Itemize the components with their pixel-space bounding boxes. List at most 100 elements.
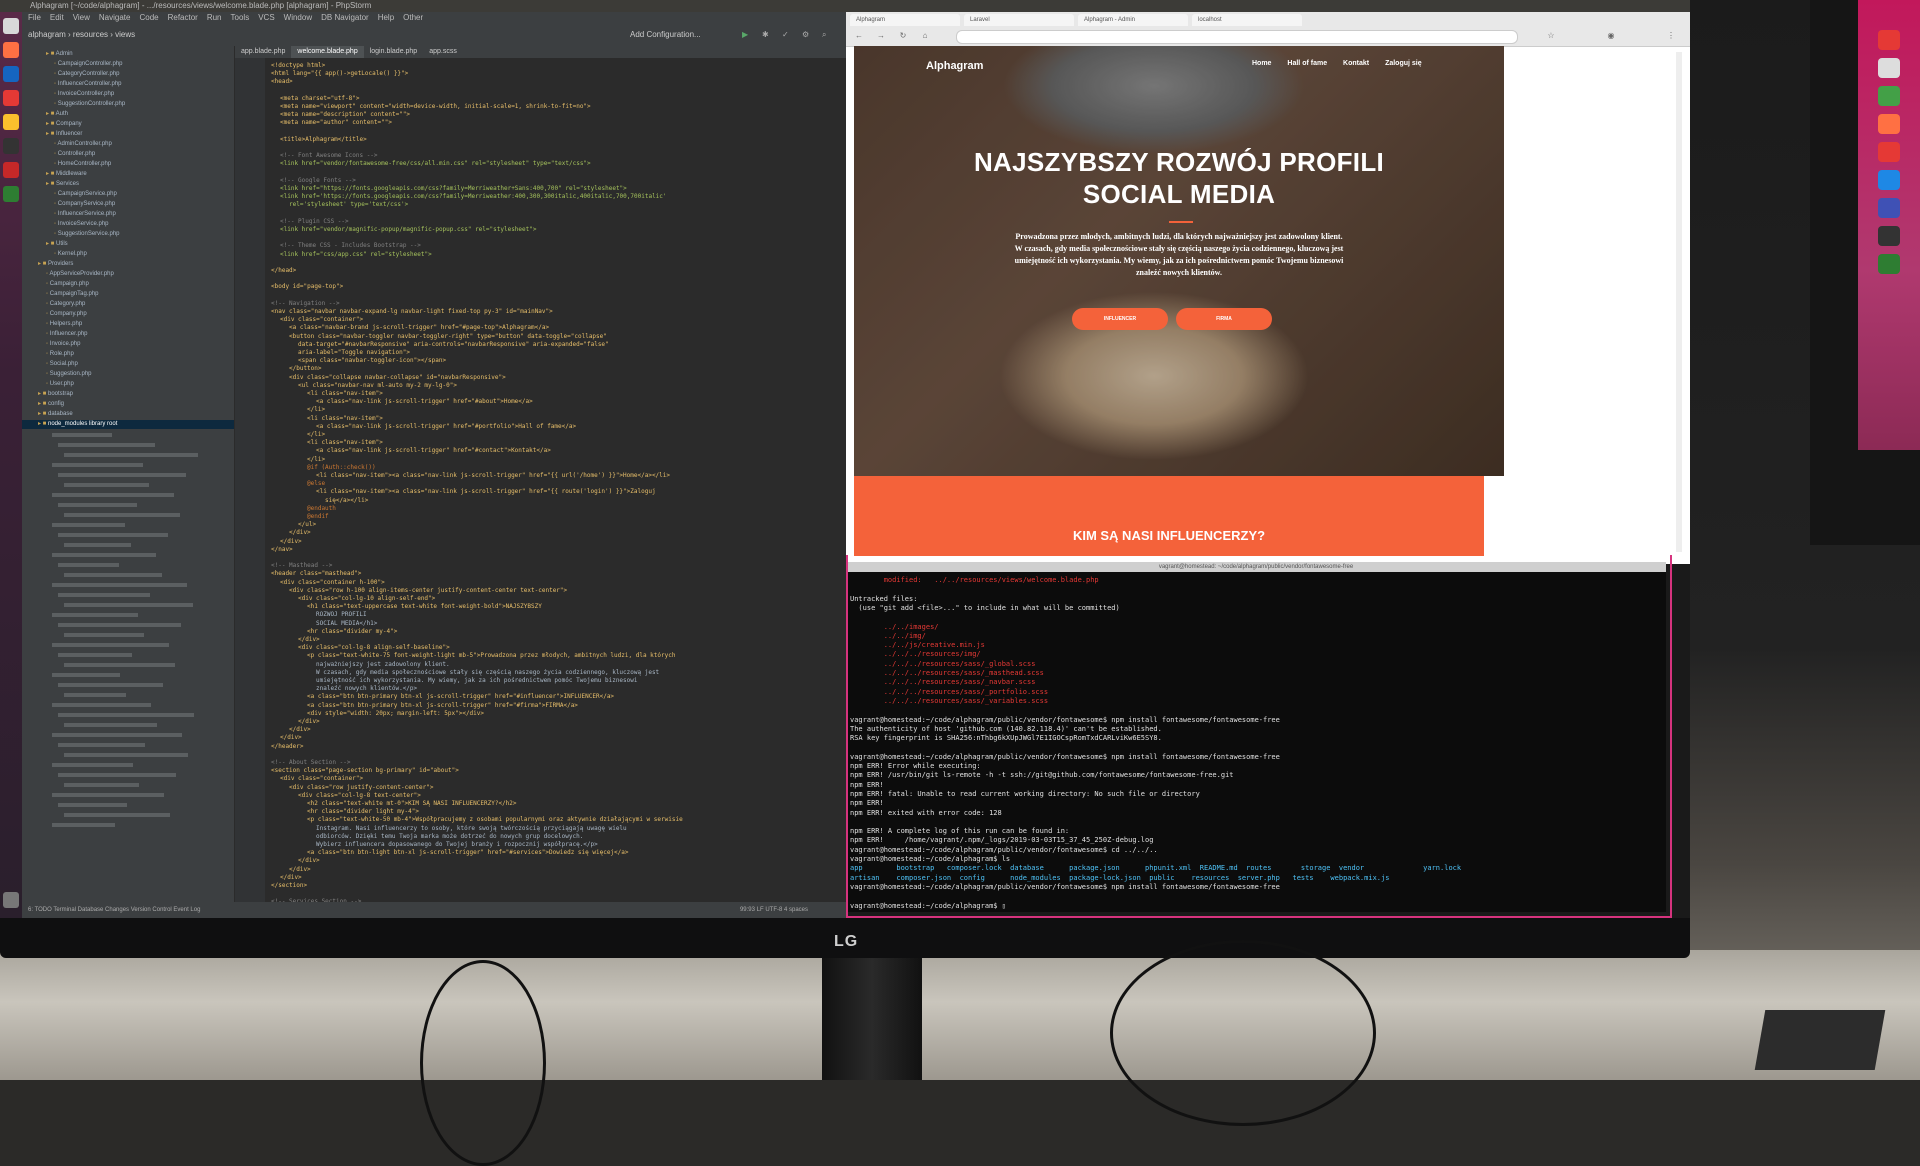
- tree-folder[interactable]: [64, 813, 170, 817]
- tree-folder[interactable]: [52, 583, 187, 587]
- ide-menu-item[interactable]: Other: [403, 13, 423, 22]
- ide-menu-item[interactable]: Refactor: [168, 13, 198, 22]
- breadcrumb[interactable]: alphagram › resources › views: [28, 30, 135, 39]
- browser-tab[interactable]: localhost: [1192, 14, 1302, 26]
- browser-tab[interactable]: Alphagram - Admin: [1078, 14, 1188, 26]
- browser-tab[interactable]: Alphagram: [850, 14, 960, 26]
- tree-file[interactable]: ◦ SuggestionService.php: [22, 230, 234, 239]
- tree-file[interactable]: ◦ Influencer.php: [22, 330, 234, 339]
- app-launcher-icon[interactable]: [3, 90, 19, 106]
- terminal-window[interactable]: vagrant@homestead: ~/code/alphagram/publ…: [846, 562, 1666, 912]
- tree-folder[interactable]: [58, 743, 145, 747]
- address-bar[interactable]: [956, 30, 1518, 44]
- tree-folder[interactable]: [58, 443, 155, 447]
- tree-folder[interactable]: [64, 573, 162, 577]
- browser-tab[interactable]: Laravel: [964, 14, 1074, 26]
- code-editor[interactable]: <!doctype html> <html lang="{{ app()->get…: [265, 58, 848, 902]
- tree-folder[interactable]: [64, 513, 180, 517]
- browser-scrollbar[interactable]: [1676, 52, 1682, 552]
- tree-folder[interactable]: ▸ ■ node_modules library root: [22, 420, 234, 429]
- ide-menu-item[interactable]: Window: [284, 13, 312, 22]
- settings-icon[interactable]: ⚙: [802, 24, 809, 46]
- tree-file[interactable]: ◦ Role.php: [22, 350, 234, 359]
- run-configuration-dropdown[interactable]: Add Configuration...: [630, 24, 701, 46]
- nav-kontakt[interactable]: Kontakt: [1343, 60, 1369, 67]
- tree-folder[interactable]: [64, 543, 131, 547]
- tree-file[interactable]: ◦ User.php: [22, 380, 234, 389]
- tree-file[interactable]: ◦ Controller.php: [22, 150, 234, 159]
- git-icon[interactable]: ✓: [782, 24, 789, 46]
- tree-folder[interactable]: [52, 523, 125, 527]
- tree-folder[interactable]: [64, 633, 144, 637]
- ide-menu-item[interactable]: Code: [139, 13, 158, 22]
- ide-menu-item[interactable]: Tools: [231, 13, 250, 22]
- tree-folder[interactable]: [58, 773, 176, 777]
- tree-file[interactable]: ◦ Campaign.php: [22, 280, 234, 289]
- ide-menu-item[interactable]: Run: [207, 13, 222, 22]
- ide-menu-item[interactable]: VCS: [258, 13, 274, 22]
- tree-file[interactable]: ◦ Helpers.php: [22, 320, 234, 329]
- forward-icon[interactable]: →: [876, 31, 886, 41]
- tree-folder[interactable]: [52, 673, 120, 677]
- tree-file[interactable]: ◦ Kernel.php: [22, 250, 234, 259]
- tree-folder[interactable]: [52, 643, 169, 647]
- nav-login[interactable]: Zaloguj się: [1385, 60, 1422, 67]
- tree-file[interactable]: ◦ Suggestion.php: [22, 370, 234, 379]
- tree-folder[interactable]: ▸ ■ Auth: [22, 110, 234, 119]
- tree-folder[interactable]: [64, 603, 193, 607]
- trash-icon[interactable]: [3, 892, 19, 908]
- tree-folder[interactable]: [64, 693, 126, 697]
- run-icon[interactable]: ▶: [742, 24, 748, 46]
- tree-folder[interactable]: [58, 593, 150, 597]
- tree-folder[interactable]: [52, 613, 138, 617]
- tree-file[interactable]: ◦ Invoice.php: [22, 340, 234, 349]
- tree-folder[interactable]: ▸ ■ config: [22, 400, 234, 409]
- tree-file[interactable]: ◦ Social.php: [22, 360, 234, 369]
- tree-file[interactable]: ◦ Company.php: [22, 310, 234, 319]
- tree-folder[interactable]: [58, 563, 119, 567]
- menu-icon[interactable]: ⋮: [1666, 31, 1676, 41]
- tree-file[interactable]: ◦ Category.php: [22, 300, 234, 309]
- firma-button[interactable]: FIRMA: [1176, 308, 1272, 330]
- site-brand[interactable]: Alphagram: [926, 60, 983, 72]
- ide-menu-item[interactable]: File: [28, 13, 41, 22]
- bookmark-icon[interactable]: ☆: [1546, 31, 1556, 41]
- tree-folder[interactable]: [58, 803, 127, 807]
- debug-icon[interactable]: ✱: [762, 24, 769, 46]
- tree-file[interactable]: ◦ InfluencerController.php: [22, 80, 234, 89]
- tree-folder[interactable]: ▸ ■ Providers: [22, 260, 234, 269]
- tree-folder[interactable]: [58, 713, 194, 717]
- tree-file[interactable]: ◦ CampaignController.php: [22, 60, 234, 69]
- tree-folder[interactable]: [64, 483, 149, 487]
- tree-folder[interactable]: ▸ ■ Company: [22, 120, 234, 129]
- tree-folder[interactable]: [52, 823, 115, 827]
- editor-tab[interactable]: app.blade.php: [235, 46, 291, 58]
- tree-folder[interactable]: [52, 553, 156, 557]
- tree-folder[interactable]: [58, 533, 168, 537]
- influencer-button[interactable]: INFLUENCER: [1072, 308, 1168, 330]
- tree-folder[interactable]: [58, 623, 181, 627]
- phpstorm-launcher-icon[interactable]: [3, 66, 19, 82]
- tree-folder[interactable]: [58, 473, 186, 477]
- tree-folder[interactable]: [52, 703, 151, 707]
- tree-folder[interactable]: [52, 493, 174, 497]
- tree-folder[interactable]: [58, 503, 137, 507]
- nav-home[interactable]: Home: [1252, 60, 1271, 67]
- tree-file[interactable]: ◦ CampaignService.php: [22, 190, 234, 199]
- app-launcher-icon[interactable]: [3, 186, 19, 202]
- tree-folder[interactable]: ▸ ■ Services: [22, 180, 234, 189]
- ide-menu-item[interactable]: DB Navigator: [321, 13, 369, 22]
- tree-folder[interactable]: [64, 753, 188, 757]
- tree-file[interactable]: ◦ CampaignTag.php: [22, 290, 234, 299]
- tree-folder[interactable]: [58, 683, 163, 687]
- tree-folder[interactable]: [64, 453, 198, 457]
- tree-folder[interactable]: [64, 783, 139, 787]
- tree-folder[interactable]: ▸ ■ Admin: [22, 50, 234, 59]
- ide-menu-item[interactable]: View: [73, 13, 90, 22]
- firefox-launcher-icon[interactable]: [3, 42, 19, 58]
- cursor-position[interactable]: 99:93 LF UTF-8 4 spaces: [740, 902, 808, 918]
- tree-file[interactable]: ◦ AppServiceProvider.php: [22, 270, 234, 279]
- tree-file[interactable]: ◦ CompanyService.php: [22, 200, 234, 209]
- tree-file[interactable]: ◦ InvoiceService.php: [22, 220, 234, 229]
- ide-menu-item[interactable]: Help: [378, 13, 394, 22]
